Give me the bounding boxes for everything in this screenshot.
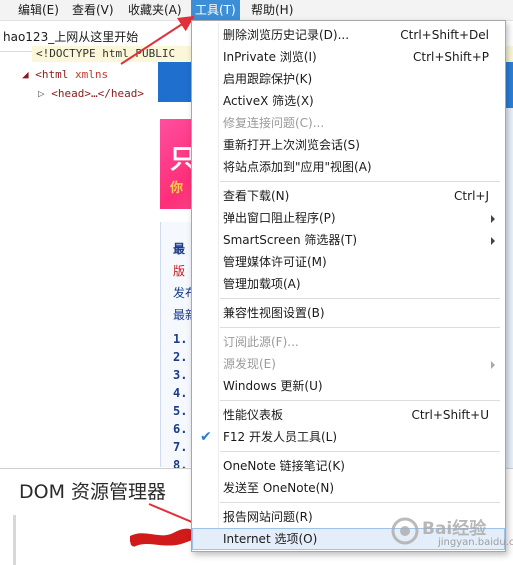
menu-item-shortcut: Ctrl+Shift+U bbox=[411, 408, 489, 422]
submenu-arrow-icon bbox=[491, 361, 495, 369]
list-item-number: 6. bbox=[173, 422, 188, 436]
menu-item-label: SmartScreen 筛选器(T) bbox=[223, 233, 358, 247]
menu-item-shortcut: Ctrl+J bbox=[454, 189, 489, 203]
html-tag: <html bbox=[35, 68, 69, 81]
menu-item-label: 重新打开上次浏览会话(S) bbox=[223, 138, 360, 152]
tools-menu-item[interactable]: 重新打开上次浏览会话(S) bbox=[192, 134, 505, 156]
tools-dropdown-menu: 删除浏览历史记录(D)... Ctrl+Shift+Del InPrivate 浏览… bbox=[191, 20, 506, 552]
menu-bar: 编辑(E) 查看(V) 收藏夹(A) 工具(T) 帮助(H) bbox=[0, 0, 513, 21]
list-item-number: 2. bbox=[173, 350, 188, 364]
menu-item-shortcut: Ctrl+Shift+P bbox=[413, 50, 489, 64]
redaction-scribble bbox=[130, 528, 200, 548]
tools-menu-item: 订阅此源(F)... bbox=[192, 331, 505, 353]
tools-menu-item[interactable]: 管理加载项(A) bbox=[192, 273, 505, 295]
dom-explorer-title: DOM 资源管理器 bbox=[19, 481, 167, 503]
menu-item-label: 启用跟踪保护(K) bbox=[223, 72, 313, 86]
menu-item-label: OneNote 链接笔记(K) bbox=[223, 459, 345, 473]
tools-menu-item[interactable]: 发送至 OneNote(N) bbox=[192, 477, 505, 499]
banner-subtext: 你 bbox=[170, 181, 184, 196]
tools-menu-item: 源发现(E) bbox=[192, 353, 505, 375]
code-gutter bbox=[13, 515, 16, 565]
menu-separator bbox=[220, 451, 500, 452]
menu-item-shortcut: Ctrl+Shift+Del bbox=[400, 28, 489, 42]
tools-menu-item[interactable]: 性能仪表板 Ctrl+Shift+U bbox=[192, 404, 505, 426]
tools-menu-item[interactable]: 兼容性视图设置(B) bbox=[192, 302, 505, 324]
baidu-jingyan-watermark: Bai经验 jingyan.baidu.com bbox=[388, 512, 513, 556]
menu-item-label: 兼容性视图设置(B) bbox=[223, 306, 325, 320]
watermark-logo-icon bbox=[391, 517, 419, 545]
menu-item-label: 报告网站问题(R) bbox=[223, 510, 313, 524]
watermark-sub: jingyan.baidu.com bbox=[438, 537, 513, 548]
menu-item-label: 查看下载(N) bbox=[223, 189, 290, 203]
menu-favorites[interactable]: 收藏夹(A) bbox=[124, 0, 186, 20]
menu-item-label: 管理媒体许可证(M) bbox=[223, 255, 327, 269]
tools-menu-item[interactable]: Windows 更新(U) bbox=[192, 375, 505, 397]
tools-menu-item[interactable]: OneNote 链接笔记(K) bbox=[192, 455, 505, 477]
menu-item-label: 弹出窗口阻止程序(P) bbox=[223, 211, 336, 225]
menu-item-label: 修复连接问题(C)... bbox=[223, 116, 325, 130]
tools-menu-item[interactable]: 管理媒体许可证(M) bbox=[192, 251, 505, 273]
favorite-link-hao123[interactable]: hao123_上网从这里开始 bbox=[3, 28, 138, 45]
list-item-number: 7. bbox=[173, 440, 188, 454]
tools-menu-item[interactable]: InPrivate 浏览(I) Ctrl+Shift+P bbox=[192, 46, 505, 68]
html-attr: xmlns bbox=[75, 68, 109, 81]
tools-menu-item: 修复连接问题(C)... bbox=[192, 112, 505, 134]
menu-separator bbox=[220, 327, 500, 328]
menu-item-label: 将站点添加到"应用"视图(A) bbox=[223, 160, 372, 174]
menu-separator bbox=[220, 502, 500, 503]
list-item-number: 5. bbox=[173, 404, 188, 418]
content-headline: 最 bbox=[173, 242, 186, 256]
menu-help[interactable]: 帮助(H) bbox=[247, 0, 297, 20]
tools-menu-item[interactable]: 查看下载(N) Ctrl+J bbox=[192, 185, 505, 207]
menu-item-label: 性能仪表板 bbox=[223, 408, 284, 422]
submenu-arrow-icon bbox=[491, 237, 495, 245]
menu-view[interactable]: 查看(V) bbox=[68, 0, 118, 20]
menu-tools[interactable]: 工具(T) bbox=[191, 0, 240, 20]
menu-separator bbox=[220, 400, 500, 401]
head-tag: <head>…</head> bbox=[51, 87, 144, 100]
menu-item-label: Internet 选项(O) bbox=[223, 532, 318, 546]
menu-item-label: 源发现(E) bbox=[223, 357, 276, 371]
menu-item-label: InPrivate 浏览(I) bbox=[223, 50, 317, 64]
menu-item-label: F12 开发人员工具(L) bbox=[223, 430, 338, 444]
list-item-number: 4. bbox=[173, 386, 188, 400]
content-line-red: 版 bbox=[173, 264, 186, 278]
tools-menu-item[interactable]: ActiveX 筛选(X) bbox=[192, 90, 505, 112]
list-item-number: 1. bbox=[173, 332, 188, 346]
menu-separator bbox=[220, 298, 500, 299]
list-item-number: 3. bbox=[173, 368, 188, 382]
menu-separator bbox=[220, 181, 500, 182]
tools-menu-item[interactable]: SmartScreen 筛选器(T) bbox=[192, 229, 505, 251]
dom-node-html[interactable]: ◢ <html xmlns bbox=[22, 68, 108, 81]
submenu-arrow-icon bbox=[491, 215, 495, 223]
menu-item-label: Windows 更新(U) bbox=[223, 379, 323, 393]
expand-toggle-icon[interactable]: ◢ bbox=[22, 68, 29, 81]
menu-edit[interactable]: 编辑(E) bbox=[14, 0, 63, 20]
tools-menu-item[interactable]: 启用跟踪保护(K) bbox=[192, 68, 505, 90]
menu-item-label: 管理加载项(A) bbox=[223, 277, 301, 291]
tools-menu-item[interactable]: ✔ F12 开发人员工具(L) bbox=[192, 426, 505, 448]
collapse-toggle-icon[interactable]: ▷ bbox=[38, 87, 45, 100]
tools-menu-item[interactable]: 弹出窗口阻止程序(P) bbox=[192, 207, 505, 229]
dom-node-head[interactable]: ▷ <head>…</head> bbox=[38, 87, 144, 100]
tools-menu-item[interactable]: 将站点添加到"应用"视图(A) bbox=[192, 156, 505, 178]
menu-item-label: 订阅此源(F)... bbox=[223, 335, 299, 349]
checkmark-icon: ✔ bbox=[200, 429, 212, 445]
page-right-strip bbox=[505, 48, 513, 468]
tools-menu-item[interactable]: 删除浏览历史记录(D)... Ctrl+Shift+Del bbox=[192, 24, 505, 46]
menu-item-label: ActiveX 筛选(X) bbox=[223, 94, 314, 108]
menu-item-label: 删除浏览历史记录(D)... bbox=[223, 28, 350, 42]
watermark-text: Bai经验 bbox=[422, 519, 487, 539]
menu-item-label: 发送至 OneNote(N) bbox=[223, 481, 334, 495]
